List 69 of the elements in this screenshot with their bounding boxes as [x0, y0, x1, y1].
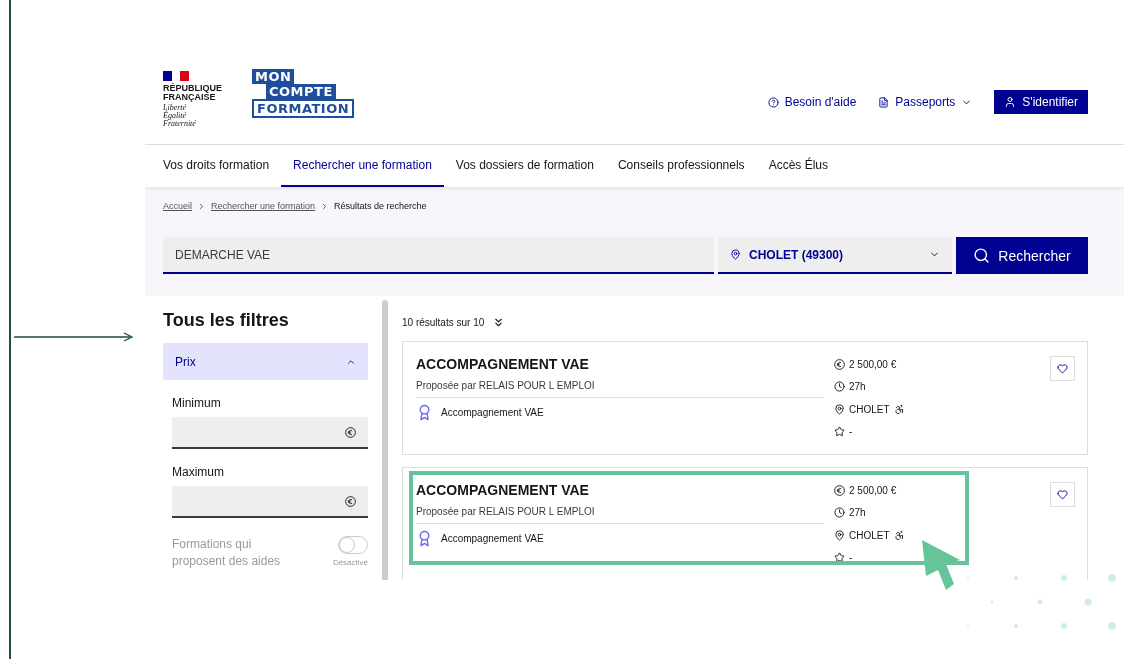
- logo-word: FORMATION: [252, 98, 355, 118]
- breadcrumb-link[interactable]: Accueil: [163, 201, 192, 211]
- result-card[interactable]: ACCOMPAGNEMENT VAE Proposée par RELAIS POUR L EMPLOI Accompagnement VAE 2 500,00 € 27h CHOLET -: [402, 467, 1088, 580]
- course-rating: -: [849, 552, 853, 564]
- toggle-status: Désactivé: [332, 558, 368, 567]
- toggle-switch[interactable]: [338, 536, 368, 554]
- location-pin-icon: [834, 403, 845, 415]
- star-icon: [834, 552, 845, 564]
- republic-motto: Liberté Égalité Fraternité: [163, 103, 197, 128]
- location-pin-icon: [730, 249, 741, 260]
- heart-icon: [1057, 363, 1068, 374]
- login-button[interactable]: S'identifier: [994, 90, 1088, 114]
- star-icon: [834, 426, 845, 438]
- price-field[interactable]: [172, 417, 368, 449]
- course-price: 2 500,00 €: [849, 484, 897, 496]
- location-select[interactable]: CHOLET (49300): [718, 237, 952, 274]
- toggle-label: Formations qui proposent des aides: [172, 536, 282, 570]
- euro-icon: [834, 358, 845, 370]
- accordion-header[interactable]: Prix: [163, 343, 368, 380]
- euro-icon: [834, 484, 845, 496]
- scrollbar[interactable]: [382, 300, 388, 580]
- cursor-icon: [922, 540, 962, 592]
- price-field[interactable]: [172, 486, 368, 518]
- favorite-button[interactable]: [1050, 356, 1075, 381]
- search-field[interactable]: DEMARCHE VAE: [163, 237, 714, 274]
- document-icon: [878, 96, 890, 108]
- search-button[interactable]: Rechercher: [956, 237, 1088, 274]
- current-page-label: Résultats de recherche: [334, 201, 427, 211]
- nav-tab[interactable]: Accès Élus: [756, 145, 840, 187]
- course-price: 2 500,00 €: [849, 358, 897, 370]
- course-duration: 27h: [849, 381, 866, 393]
- favorite-button[interactable]: [1050, 482, 1075, 507]
- course-city: CHOLET: [849, 403, 890, 415]
- passports-menu[interactable]: Passeports: [878, 95, 973, 109]
- certification-name: Accompagnement VAE: [441, 533, 544, 544]
- wheelchair-icon: [893, 529, 905, 541]
- euro-icon: [345, 495, 356, 507]
- logo-word: COMPTE: [266, 83, 336, 99]
- field-label: Maximum: [172, 465, 225, 479]
- chevron-right-icon: [197, 201, 206, 211]
- course-title: ACCOMPAGNEMENT VAE: [416, 356, 590, 372]
- help-icon: [767, 96, 779, 108]
- nav-tab[interactable]: Vos droits formation: [163, 145, 282, 187]
- nav-tab[interactable]: Conseils professionnels: [605, 145, 757, 187]
- nav-tab[interactable]: Vos dossiers de formation: [443, 145, 606, 187]
- location-pin-icon: [834, 529, 845, 541]
- course-title: ACCOMPAGNEMENT VAE: [416, 482, 590, 498]
- course-city: CHOLET: [849, 529, 890, 541]
- results-count: 10 résultats sur 10: [402, 317, 485, 328]
- result-card[interactable]: ACCOMPAGNEMENT VAE Proposée par RELAIS POUR L EMPLOI Accompagnement VAE 2 500,00 € 27h CHOLET -: [402, 341, 1088, 455]
- logo-word: MON: [252, 68, 295, 84]
- clock-icon: [834, 381, 845, 393]
- help-link[interactable]: Besoin d'aide: [767, 95, 857, 109]
- course-duration: 27h: [849, 507, 866, 519]
- clock-icon: [834, 507, 845, 519]
- course-rating: -: [849, 426, 853, 438]
- republic-name: RÉPUBLIQUE FRANÇAISE: [163, 83, 222, 102]
- euro-icon: [345, 426, 356, 438]
- wheelchair-icon: [893, 403, 905, 415]
- flag-icon: [163, 70, 189, 81]
- heart-icon: [1057, 489, 1068, 500]
- search-icon: [973, 247, 991, 264]
- user-icon: [1004, 96, 1017, 108]
- field-label: Minimum: [172, 396, 222, 410]
- course-provider: Proposée par RELAIS POUR L EMPLOI: [416, 506, 824, 524]
- breadcrumb-link[interactable]: Rechercher une formation: [211, 201, 316, 211]
- course-provider: Proposée par RELAIS POUR L EMPLOI: [416, 380, 824, 398]
- certification-name: Accompagnement VAE: [441, 407, 544, 418]
- filters-title: Tous les filtres: [163, 310, 290, 331]
